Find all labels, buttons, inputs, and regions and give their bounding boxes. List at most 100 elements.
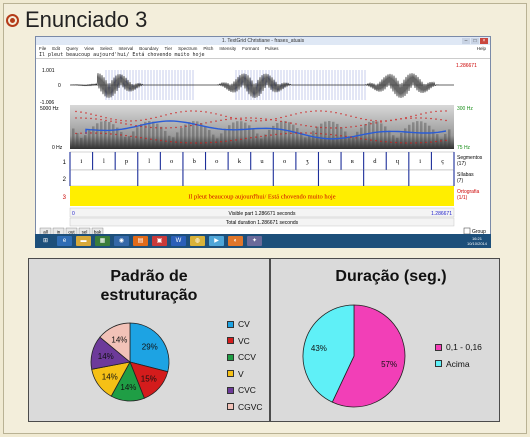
formant-dot xyxy=(160,127,162,129)
spectral-band xyxy=(412,122,415,149)
formant-dot xyxy=(205,111,207,113)
formant-dot xyxy=(305,132,307,134)
formant-dot xyxy=(265,135,267,137)
menu-view[interactable]: View xyxy=(84,45,94,52)
spectral-band xyxy=(428,125,431,149)
formant-dot xyxy=(155,116,157,119)
media-player-icon[interactable]: ▶ xyxy=(209,236,224,246)
amp-max-label: 1.001 xyxy=(42,68,55,74)
menu-file[interactable]: File xyxy=(39,45,46,52)
formant-dot xyxy=(195,124,197,126)
spectral-band xyxy=(164,130,167,149)
menu-intensity[interactable]: Intensity xyxy=(219,45,236,52)
tier-3-text: Il pleut beaucoup aujourd'hui/ Está chov… xyxy=(188,194,335,201)
formant-dot xyxy=(445,139,447,142)
legend-label: VC xyxy=(238,335,250,346)
menu-help[interactable]: Help xyxy=(477,45,490,52)
close-button[interactable]: × xyxy=(480,38,488,44)
legend-item: Acima xyxy=(435,356,482,373)
menu-select[interactable]: Select xyxy=(100,45,113,52)
menu-edit[interactable]: Edit xyxy=(52,45,60,52)
segment-label: ç xyxy=(441,158,444,165)
formant-dot xyxy=(400,118,402,120)
formant-dot xyxy=(250,137,252,139)
spectral-band xyxy=(424,122,427,149)
calculator-icon[interactable]: ▦ xyxy=(95,236,110,246)
formant-dot xyxy=(175,126,177,129)
formant-dot xyxy=(220,119,222,121)
formant-dot xyxy=(175,141,177,143)
formant-dot xyxy=(85,117,87,119)
spectral-band xyxy=(184,124,187,149)
menu-tier[interactable]: Tier xyxy=(165,45,173,52)
spectral-band xyxy=(252,129,255,149)
menu-spectrum[interactable]: Spectrum xyxy=(178,45,197,52)
powerpoint-icon[interactable]: ▣ xyxy=(152,236,167,246)
chrome-icon[interactable]: ◍ xyxy=(190,236,205,246)
menu-pitch[interactable]: Pitch xyxy=(203,45,213,52)
formant-dot xyxy=(210,141,212,144)
legend-label: Acima xyxy=(446,358,470,369)
segment-label: o xyxy=(170,158,173,165)
spectral-band xyxy=(200,123,203,149)
office-icon[interactable]: ▤ xyxy=(133,236,148,246)
spectral-band xyxy=(244,122,247,149)
file-explorer-icon[interactable]: ▬ xyxy=(76,236,91,246)
formant-dot xyxy=(75,117,77,119)
formant-dot xyxy=(205,122,207,124)
menu-pulses[interactable]: Pulses xyxy=(265,45,279,52)
segment-label: i xyxy=(80,158,82,165)
spectral-band xyxy=(176,132,179,149)
formant-dot xyxy=(150,138,152,140)
legend-swatch xyxy=(227,386,234,394)
formant-dot xyxy=(410,142,412,144)
praat-icon[interactable]: ✦ xyxy=(247,236,262,246)
spectral-band xyxy=(240,121,243,149)
formant-dot xyxy=(285,121,287,123)
tier-silabas[interactable] xyxy=(69,169,455,187)
formant-dot xyxy=(190,110,192,112)
legend-label: CV xyxy=(238,319,250,330)
menu-formant[interactable]: Formant xyxy=(242,45,259,52)
formant-dot xyxy=(110,120,112,122)
spectral-band xyxy=(208,130,211,149)
spectral-band xyxy=(168,135,171,149)
legend-swatch xyxy=(227,370,234,378)
formant-dot xyxy=(415,117,417,119)
formant-dot xyxy=(360,124,362,127)
menu-interval[interactable]: Interval xyxy=(119,45,134,52)
formant-dot xyxy=(110,118,112,120)
spectral-band xyxy=(224,128,227,149)
minimize-button[interactable]: – xyxy=(462,38,470,44)
word-icon[interactable]: W xyxy=(171,236,186,246)
formant-dot xyxy=(160,139,162,142)
windows-start-icon[interactable]: ⊞ xyxy=(38,236,53,246)
spectral-band xyxy=(372,121,375,149)
praat-editor-canvas[interactable]: 1.286671 1.001 0 -1.006 5000 Hz 0 Hz 300… xyxy=(36,60,491,248)
spectral-band xyxy=(72,128,75,149)
formant-dot xyxy=(390,119,392,121)
legend-label: 0,1 - 0,16 xyxy=(446,342,482,353)
formant-dot xyxy=(140,125,142,128)
system-tray-clock[interactable]: 16:21 10/10/2014 xyxy=(467,236,491,246)
formant-dot xyxy=(295,113,297,115)
formant-dot xyxy=(425,117,427,119)
maximize-button[interactable]: □ xyxy=(471,38,479,44)
praat-text-line[interactable]: Il pleut beaucoup aujourd'hui/ Está chov… xyxy=(36,52,490,59)
formant-dot xyxy=(155,139,157,141)
firefox-icon[interactable]: ◐ xyxy=(228,236,243,246)
formant-dot xyxy=(440,110,442,112)
formant-dot xyxy=(330,111,332,113)
menu-query[interactable]: Query xyxy=(66,45,78,52)
menu-boundary[interactable]: Boundary xyxy=(139,45,158,52)
formant-dot xyxy=(435,140,437,143)
hp-icon[interactable]: ◉ xyxy=(114,236,129,246)
spectral-band xyxy=(376,121,379,149)
formant-dot xyxy=(105,117,107,119)
formant-dot xyxy=(430,141,432,143)
formant-dot xyxy=(290,114,292,116)
spectral-band xyxy=(292,124,295,149)
formant-dot xyxy=(100,115,102,118)
formant-dot xyxy=(95,118,97,120)
internet-explorer-icon[interactable]: e xyxy=(57,236,72,246)
